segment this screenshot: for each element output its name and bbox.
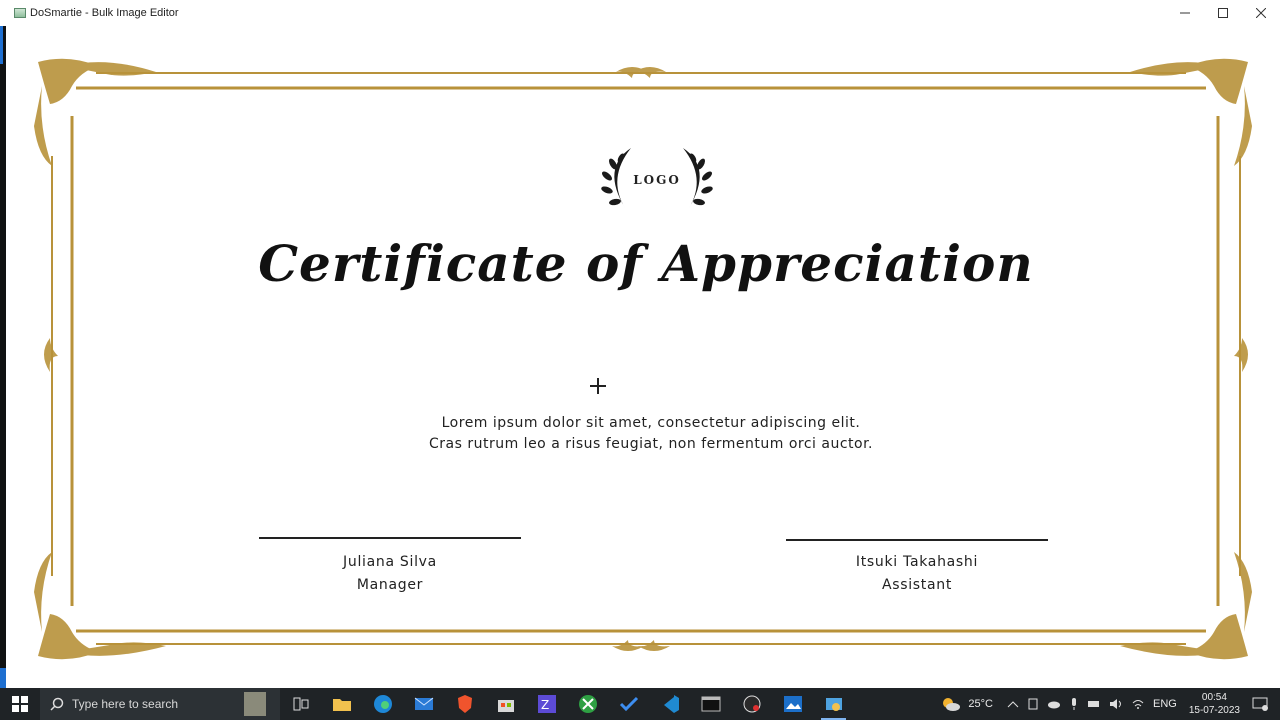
wifi-icon[interactable] (1131, 698, 1145, 710)
windows-taskbar: Type here to search Z 25°C ENG 00:54 15-… (0, 688, 1280, 720)
store-button[interactable] (485, 688, 526, 720)
todo-icon (619, 696, 638, 712)
terminal-icon (701, 696, 720, 712)
chevron-up-icon[interactable] (1007, 699, 1019, 709)
visual-studio-icon: Z (537, 695, 556, 713)
start-button[interactable] (0, 688, 40, 720)
edge-button[interactable] (362, 688, 403, 720)
obs-icon (743, 695, 760, 713)
body-text-line-1: Lorem ipsum dolor sit amet, consectetur … (441, 415, 861, 431)
weather-temperature[interactable]: 25°C (968, 698, 993, 710)
microphone-icon[interactable] (1069, 697, 1079, 711)
signature-line-left (259, 537, 521, 539)
mail-button[interactable] (403, 688, 444, 720)
signatory-role-left: Manager (356, 577, 424, 593)
maximize-button[interactable] (1204, 0, 1242, 26)
language-indicator[interactable]: ENG (1153, 698, 1177, 710)
brave-icon (457, 695, 472, 713)
maximize-icon (1218, 8, 1228, 18)
notification-center-icon[interactable] (1252, 697, 1268, 711)
terminal-button[interactable] (690, 688, 731, 720)
windows-logo-icon (12, 696, 28, 712)
file-explorer-button[interactable] (321, 688, 362, 720)
logo-text: LOGO (633, 173, 681, 187)
edge-icon (373, 695, 392, 713)
folder-icon (332, 699, 351, 711)
search-highlight-image-icon (244, 692, 266, 716)
photos-icon (783, 696, 802, 712)
search-icon (50, 697, 64, 711)
mail-icon (414, 697, 433, 710)
body-text-line-2: Cras rutrum leo a risus feugiat, non fer… (428, 436, 874, 452)
certificate-title: Certificate of Appreciation (258, 234, 1034, 293)
battery-icon[interactable] (1087, 699, 1101, 709)
store-icon (497, 700, 514, 712)
close-button[interactable] (1242, 0, 1280, 26)
signatory-role-right: Assistant (881, 577, 953, 593)
weather-icon[interactable] (940, 695, 962, 713)
window-title: DoSmartie - Bulk Image Editor (30, 7, 179, 19)
photos-button[interactable] (772, 688, 813, 720)
xbox-icon (578, 695, 597, 713)
taskbar-search-box[interactable]: Type here to search (40, 688, 280, 720)
todo-button[interactable] (608, 688, 649, 720)
signatory-name-right: Itsuki Takahashi (855, 554, 979, 570)
app-icon (14, 8, 26, 18)
obs-button[interactable] (731, 688, 772, 720)
minimize-icon (1180, 12, 1190, 14)
window-titlebar: DoSmartie - Bulk Image Editor (0, 0, 1280, 26)
onedrive-cloud-icon[interactable] (1047, 699, 1061, 709)
close-icon (1256, 8, 1266, 18)
dosmartie-icon (825, 698, 842, 711)
svg-text:Z: Z (541, 698, 549, 712)
crosshair-cursor-icon (590, 378, 606, 394)
logo: LOGO (591, 144, 723, 216)
volume-icon[interactable] (1109, 698, 1123, 710)
ornate-border (34, 58, 1252, 660)
task-view-icon (293, 697, 308, 711)
task-view-button[interactable] (280, 688, 321, 720)
minimize-button[interactable] (1166, 0, 1204, 26)
vscode-icon (663, 695, 679, 713)
xbox-button[interactable] (567, 688, 608, 720)
taskbar-clock[interactable]: 00:54 15-07-2023 (1189, 691, 1240, 717)
dosmartie-button[interactable] (813, 688, 854, 720)
brave-button[interactable] (444, 688, 485, 720)
window-controls (1166, 0, 1280, 26)
left-edge-accent (0, 26, 3, 64)
vscode-button[interactable] (649, 688, 690, 720)
signatory-name-left: Juliana Silva (343, 554, 437, 570)
clock-time: 00:54 (1201, 692, 1227, 703)
signature-line-right (786, 539, 1048, 541)
clock-date: 15-07-2023 (1188, 705, 1240, 716)
system-tray: 25°C ENG 00:54 15-07-2023 (940, 688, 1280, 720)
search-placeholder: Type here to search (72, 697, 179, 711)
visual-studio-button[interactable]: Z (526, 688, 567, 720)
image-canvas[interactable]: LOGO Certificate of Appreciation Lorem i… (6, 26, 1280, 688)
device-icon[interactable] (1027, 698, 1039, 710)
